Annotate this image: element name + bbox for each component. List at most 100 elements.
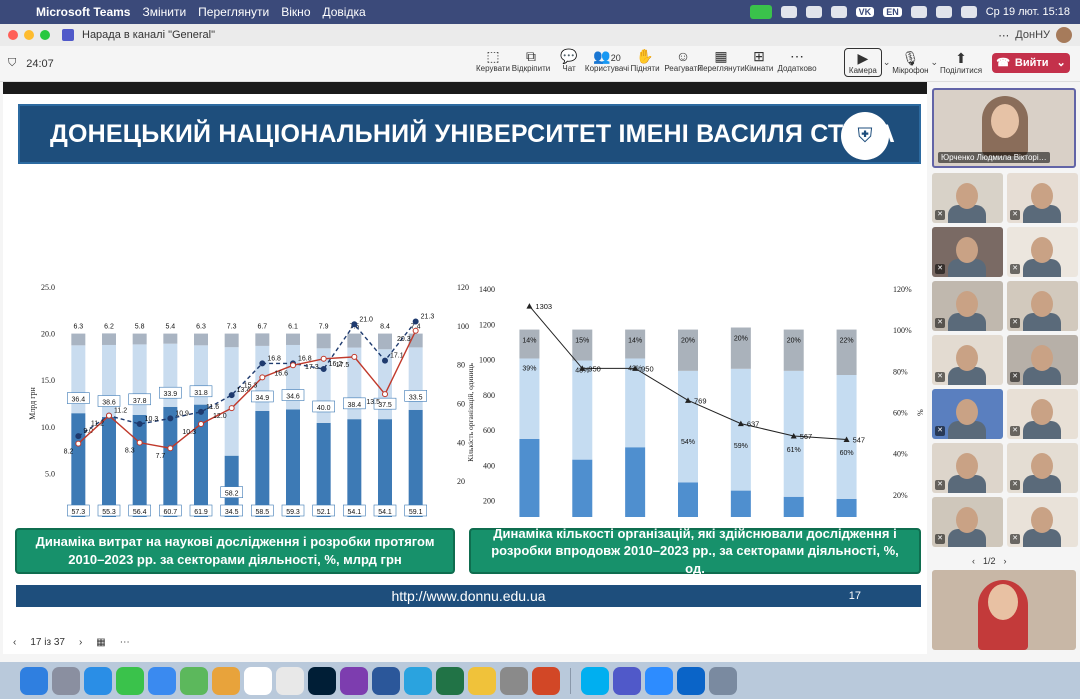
outlook-icon[interactable]	[677, 666, 705, 695]
camera-options-chevron-icon[interactable]: ⌄	[883, 57, 891, 68]
y2-axis-label: %	[916, 409, 925, 416]
y-tick-label: 1200	[479, 320, 495, 329]
participant-tile[interactable]: ✕	[932, 497, 1003, 547]
avatar[interactable]	[1056, 27, 1072, 43]
camera-button[interactable]: ▶ Камера	[843, 48, 882, 77]
finder-icon[interactable]	[20, 666, 48, 695]
calendar-icon[interactable]	[244, 666, 272, 695]
line-inflation-point	[228, 405, 235, 412]
preview-icon[interactable]	[709, 666, 737, 695]
participant-tile[interactable]: ✕	[1007, 443, 1078, 493]
participant-count: 20	[610, 53, 621, 63]
participant-tile[interactable]: ✕	[1007, 173, 1078, 223]
participant-tile[interactable]: ✕	[1007, 335, 1078, 385]
mic-options-chevron-icon[interactable]: ⌄	[930, 57, 938, 68]
data-label-business: 61.9	[194, 509, 208, 516]
unpin-button[interactable]: ⧉ Відкріпити	[512, 48, 550, 73]
line-inflation-point	[382, 391, 388, 398]
previous-slide-icon[interactable]: ‹	[13, 637, 16, 648]
mail-icon[interactable]	[148, 666, 176, 695]
photos-icon[interactable]	[212, 666, 240, 695]
org-name[interactable]: ДонНУ	[1015, 29, 1050, 41]
manage-button[interactable]: ⬚ Керувати	[474, 48, 512, 73]
bar-higher-ed	[255, 333, 270, 346]
teams-icon[interactable]	[613, 666, 641, 695]
active-speaker-tile[interactable]: Юрченко Людмила Вікторі…	[932, 88, 1076, 168]
more-button[interactable]: ⋯ Додатково	[777, 48, 816, 73]
menu-edit[interactable]: Змінити	[142, 5, 186, 19]
people-button[interactable]: 👥20 Користувачі	[585, 48, 629, 73]
y2-tick-label: 120%	[893, 285, 912, 294]
word-icon[interactable]	[372, 666, 400, 695]
vk-badge[interactable]: VK	[855, 7, 875, 17]
participant-tile[interactable]: ✕	[932, 281, 1003, 331]
bar-business	[408, 409, 423, 520]
close-window-button[interactable]	[8, 30, 18, 40]
unpin-icon: ⧉	[526, 48, 536, 64]
launchpad-icon[interactable]	[52, 666, 80, 695]
messages-icon[interactable]	[116, 666, 144, 695]
self-view-tile[interactable]	[932, 570, 1076, 650]
participant-tile[interactable]: ✕	[1007, 227, 1078, 277]
menu-app-name[interactable]: Microsoft Teams	[36, 5, 130, 19]
participant-tile[interactable]: ✕	[932, 335, 1003, 385]
participant-tile[interactable]: ✕	[1007, 281, 1078, 331]
y2-tick-label: 20%	[893, 491, 908, 500]
minimize-window-button[interactable]	[24, 30, 34, 40]
rooms-button[interactable]: ⊞ Кімнати	[740, 48, 778, 73]
menu-view[interactable]: Переглянути	[198, 5, 269, 19]
input-language-badge[interactable]: EN	[883, 7, 902, 17]
more-options-icon[interactable]: ⋯	[120, 637, 130, 648]
grid-view-icon[interactable]: ▦	[96, 637, 105, 648]
leave-button[interactable]: ☎ Вийти ⌄	[992, 52, 1070, 73]
maximize-window-button[interactable]	[40, 30, 50, 40]
notes-icon[interactable]	[468, 666, 496, 695]
status-icon-3[interactable]	[830, 6, 847, 18]
facetime-status-icon[interactable]	[749, 5, 772, 19]
previous-page-icon[interactable]: ‹	[972, 556, 975, 566]
view-button[interactable]: ▦ Переглянути	[697, 48, 744, 73]
telegram-icon[interactable]	[404, 666, 432, 695]
line-total-label: 567	[800, 432, 813, 441]
y-tick-label: 200	[483, 497, 495, 506]
data-label-state: 40.0	[317, 405, 331, 412]
expenditure-chart: -5.010.015.020.025.0020406080100120Млрд …	[19, 197, 474, 590]
leave-chevron-icon[interactable]: ⌄	[1057, 56, 1066, 69]
control-center-icon[interactable]	[960, 6, 977, 18]
next-page-icon[interactable]: ›	[1004, 556, 1007, 566]
react-button[interactable]: ☺ Реагувати	[664, 48, 702, 73]
more-options-icon[interactable]: ⋯	[998, 29, 1009, 42]
photoshop-icon[interactable]	[308, 666, 336, 695]
line-total-point	[167, 415, 174, 422]
search-icon[interactable]	[935, 6, 952, 18]
next-slide-icon[interactable]: ›	[79, 637, 82, 648]
status-icon-2[interactable]	[805, 6, 822, 18]
settings-icon[interactable]	[500, 666, 528, 695]
line-inflation-label: 10.3	[182, 429, 196, 436]
participant-tile[interactable]: ✕	[932, 443, 1003, 493]
chrome-icon[interactable]	[276, 666, 304, 695]
participant-tile[interactable]: ✕	[932, 173, 1003, 223]
data-label-state: 58.2	[225, 491, 239, 498]
wifi-icon[interactable]	[910, 6, 927, 18]
data-label-business: 59.1	[409, 509, 423, 516]
participant-tile[interactable]: ✕	[1007, 389, 1078, 439]
chat-button[interactable]: 💬 Чат	[550, 48, 588, 73]
skype-icon[interactable]	[581, 666, 609, 695]
participant-tile[interactable]: ✕	[932, 389, 1003, 439]
participant-tile[interactable]: ✕	[932, 227, 1003, 277]
status-icon-1[interactable]	[780, 6, 797, 18]
viber-icon[interactable]	[340, 666, 368, 695]
participant-tile[interactable]: ✕	[1007, 497, 1078, 547]
powerpoint-icon[interactable]	[532, 666, 560, 695]
menu-help[interactable]: Довідка	[323, 5, 366, 19]
microphone-button[interactable]: 🎙 Мікрофон	[891, 50, 929, 75]
menubar-clock[interactable]: Ср 19 лют. 15:18	[986, 6, 1070, 18]
safari-icon[interactable]	[84, 666, 112, 695]
raise-hand-button[interactable]: ✋ Підняти	[626, 48, 664, 73]
zoom-icon[interactable]	[645, 666, 673, 695]
menu-window[interactable]: Вікно	[281, 5, 310, 19]
share-button[interactable]: ⬆ Поділитися	[939, 50, 983, 75]
maps-icon[interactable]	[180, 666, 208, 695]
excel-icon[interactable]	[436, 666, 464, 695]
